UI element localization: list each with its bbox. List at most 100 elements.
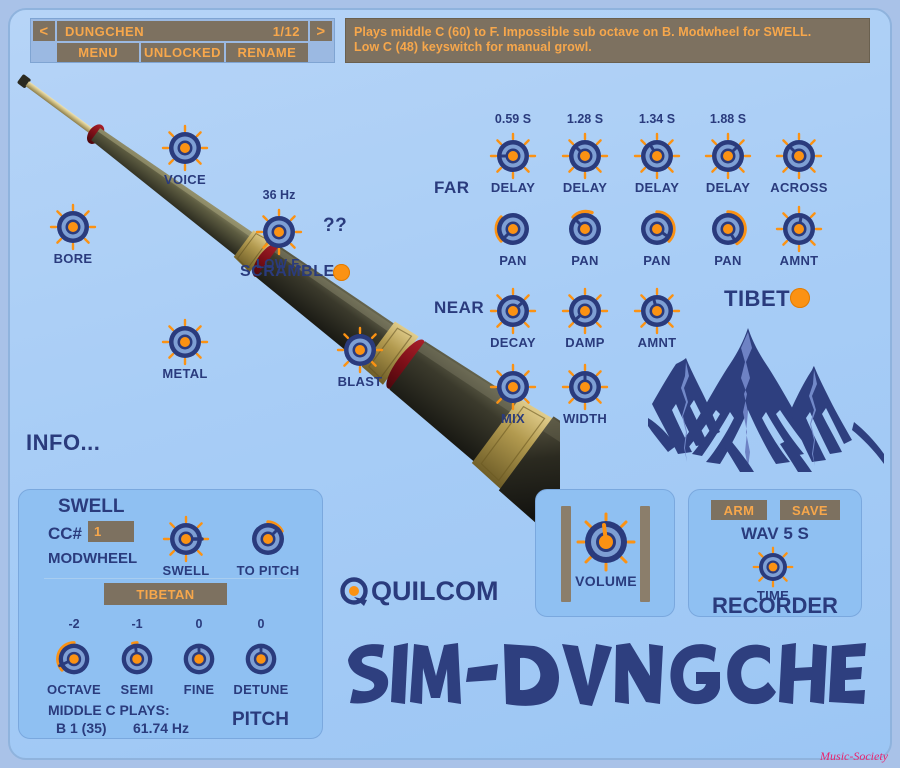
rename-button[interactable]: RENAME — [225, 43, 308, 62]
knob-near-amnt-label: AMNT — [637, 335, 677, 350]
knob-bore[interactable]: BORE — [49, 203, 97, 266]
brand-logo: QUILCOM — [340, 576, 499, 607]
knob-semi[interactable]: -1 SEMI — [114, 617, 160, 697]
preset-name-display[interactable]: DUNGCHEN 1/12 — [57, 21, 308, 41]
knob-low-frequency[interactable]: 36 Hz LOW F. — [255, 188, 303, 271]
knob-far-delay-1-label: DELAY — [490, 180, 536, 195]
knob-far-delay-4[interactable]: 1.88 S DELAY — [704, 112, 752, 195]
knob-far-delay-2[interactable]: 1.28 S DELAY — [561, 112, 609, 195]
knob-far-delay-4-label: DELAY — [705, 180, 751, 195]
recorder-title: RECORDER — [712, 593, 838, 618]
tibet-led[interactable] — [790, 288, 810, 308]
knob-near-decay[interactable]: DECAY — [489, 287, 537, 350]
knob-to-pitch[interactable]: TO PITCH — [237, 515, 299, 578]
knob-volume-label: VOLUME — [575, 573, 637, 589]
knob-blast-label: BLAST — [337, 374, 383, 389]
knob-detune-label: DETUNE — [233, 682, 289, 697]
scramble-label: SCRAMBLE — [240, 263, 335, 280]
knob-near-decay-label: DECAY — [490, 335, 536, 350]
scramble-led[interactable] — [333, 264, 350, 281]
knob-far-delay-3-value: 1.34 S — [638, 112, 676, 126]
preset-browser: < DUNGCHEN 1/12 > MENU UNLOCKED RENAME — [30, 18, 335, 63]
knob-far-amnt[interactable]: AMNT — [775, 205, 823, 268]
knob-octave-label: OCTAVE — [46, 682, 102, 697]
knob-far-delay-3-label: DELAY — [634, 180, 680, 195]
knob-near-damp-label: DAMP — [565, 335, 605, 350]
knob-swell-label: SWELL — [162, 563, 210, 578]
knob-near-width[interactable]: WIDTH — [561, 363, 609, 426]
menu-button[interactable]: MENU — [57, 43, 140, 62]
knob-swell[interactable]: SWELL — [162, 515, 210, 578]
knob-bore-label: BORE — [53, 251, 93, 266]
knob-far-pan-2[interactable]: PAN — [561, 205, 609, 268]
knob-far-pan-1[interactable]: PAN — [489, 205, 537, 268]
knob-record-time[interactable]: TIME — [752, 546, 794, 603]
knob-near-amnt[interactable]: AMNT — [633, 287, 681, 350]
knob-far-pan-4-label: PAN — [714, 253, 742, 268]
middle-c-label: MIDDLE C PLAYS: — [48, 702, 170, 718]
lock-button[interactable]: UNLOCKED — [141, 43, 224, 62]
knob-voice[interactable]: VOICE — [161, 124, 209, 187]
info-line-2: Low C (48) keyswitch for manual growl. — [354, 40, 592, 54]
preset-index: 1/12 — [272, 23, 300, 39]
knob-far-delay-4-value: 1.88 S — [709, 112, 747, 126]
scramble-help-label[interactable]: ?? — [323, 215, 347, 237]
knob-semi-label: SEMI — [120, 682, 154, 697]
tibet-label: TIBET — [724, 286, 791, 311]
knob-far-amnt-label: AMNT — [779, 253, 819, 268]
middle-c-frequency: 61.74 Hz — [133, 720, 190, 736]
knob-far-across[interactable]: ACROSS — [770, 132, 827, 195]
knob-fine-value: 0 — [195, 617, 203, 631]
knob-far-pan-2-label: PAN — [571, 253, 599, 268]
knob-near-mix-label: MIX — [500, 411, 526, 426]
swell-panel-divider — [44, 578, 298, 579]
knob-far-pan-4[interactable]: PAN — [704, 205, 752, 268]
info-line-1: Plays middle C (60) to F. Impossible sub… — [354, 25, 812, 39]
knob-far-delay-3[interactable]: 1.34 S DELAY — [633, 112, 681, 195]
quilcom-q-icon — [340, 576, 368, 606]
knob-far-pan-3-label: PAN — [643, 253, 671, 268]
volume-meter-left — [561, 506, 571, 602]
plugin-window: < DUNGCHEN 1/12 > MENU UNLOCKED RENAME P… — [0, 0, 900, 768]
knob-semi-value: -1 — [131, 617, 143, 631]
record-arm-button[interactable]: ARM — [711, 500, 767, 520]
knob-near-damp[interactable]: DAMP — [561, 287, 609, 350]
volume-meter-right — [640, 506, 650, 602]
cc-number-label: CC# — [48, 524, 83, 543]
info-button[interactable]: INFO... — [26, 430, 100, 456]
knob-far-delay-2-label: DELAY — [562, 180, 608, 195]
pitch-section-title: PITCH — [232, 709, 289, 730]
preset-next-button[interactable]: > — [310, 21, 332, 41]
knob-metal-label: METAL — [162, 366, 208, 381]
preset-prev-button[interactable]: < — [33, 21, 55, 41]
record-save-button[interactable]: SAVE — [780, 500, 840, 520]
brand-name: QUILCOM — [371, 576, 499, 606]
knob-volume[interactable]: VOLUME — [575, 511, 637, 589]
knob-fine[interactable]: 0 FINE — [176, 617, 222, 697]
near-section-caption: NEAR — [434, 298, 485, 317]
product-title-art: SIM-DUNGCHEN — [348, 643, 866, 706]
info-display: Plays middle C (60) to F. Impossible sub… — [345, 18, 870, 63]
knob-to-pitch-label: TO PITCH — [236, 563, 300, 578]
knob-near-mix[interactable]: MIX — [489, 363, 537, 426]
knob-voice-label: VOICE — [164, 172, 206, 187]
watermark: Music-Society — [820, 749, 888, 763]
knob-far-pan-1-label: PAN — [499, 253, 527, 268]
knob-detune-value: 0 — [257, 617, 265, 631]
knob-far-delay-2-value: 1.28 S — [566, 112, 604, 126]
knob-octave[interactable]: -2 OCTAVE — [47, 617, 101, 697]
knob-octave-value: -2 — [68, 617, 80, 631]
swell-panel-title: SWELL — [58, 496, 125, 517]
knob-far-pan-3[interactable]: PAN — [633, 205, 681, 268]
knob-fine-label: FINE — [183, 682, 215, 697]
scale-button[interactable]: TIBETAN — [104, 583, 227, 605]
knob-far-delay-1[interactable]: 0.59 S DELAY — [489, 112, 537, 195]
knob-metal[interactable]: METAL — [161, 318, 209, 381]
knob-far-across-label: ACROSS — [770, 180, 828, 195]
cc-number-field[interactable]: 1 — [88, 521, 134, 542]
knob-detune[interactable]: 0 DETUNE — [233, 617, 288, 697]
knob-blast[interactable]: BLAST — [336, 326, 384, 389]
middle-c-note: B 1 (35) — [56, 720, 107, 736]
far-section-caption: FAR — [434, 178, 470, 197]
knob-far-delay-1-value: 0.59 S — [494, 112, 532, 126]
